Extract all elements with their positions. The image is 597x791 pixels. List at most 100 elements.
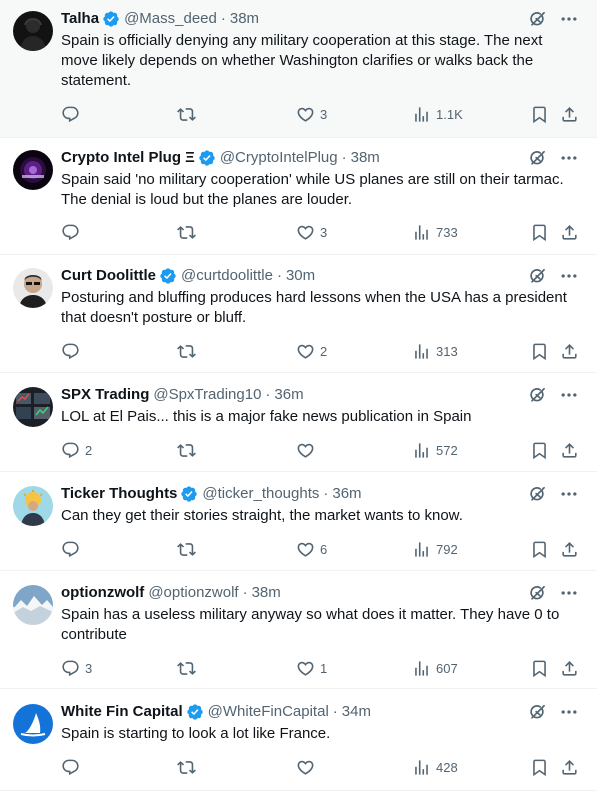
author-name[interactable]: White Fin Capital — [61, 702, 183, 722]
like-icon — [296, 342, 315, 361]
like-button[interactable]: 3 — [296, 222, 327, 242]
reply-button[interactable] — [61, 539, 85, 559]
bookmark-button[interactable] — [530, 539, 549, 559]
timestamp[interactable]: 38m — [230, 9, 259, 29]
author-name[interactable]: Crypto Intel Plug Ξ — [61, 148, 195, 168]
views-button[interactable]: 428 — [412, 757, 458, 777]
avatar[interactable] — [13, 585, 53, 625]
like-button[interactable]: 1 — [296, 658, 327, 678]
more-icon[interactable] — [559, 9, 579, 29]
bookmark-button[interactable] — [530, 440, 549, 460]
like-button[interactable]: 6 — [296, 539, 327, 559]
author-handle[interactable]: @optionzwolf — [148, 583, 238, 603]
avatar[interactable] — [13, 11, 53, 51]
author-name[interactable]: Talha — [61, 9, 99, 29]
grok-icon[interactable] — [527, 266, 547, 286]
reply-button[interactable] — [61, 341, 85, 361]
author-handle[interactable]: @ticker_thoughts — [202, 484, 319, 504]
grok-icon[interactable] — [527, 9, 547, 29]
more-icon[interactable] — [559, 266, 579, 286]
tweet[interactable]: Crypto Intel Plug Ξ @CryptoIntelPlug · 38m S… — [0, 138, 597, 255]
share-button[interactable] — [560, 440, 579, 460]
like-button[interactable] — [296, 440, 320, 460]
tweet[interactable]: Talha @Mass_deed · 38m Spain is officially d… — [0, 0, 597, 138]
timestamp[interactable]: 38m — [252, 583, 281, 603]
reply-button[interactable] — [61, 757, 85, 777]
reply-button[interactable] — [61, 222, 85, 242]
retweet-button[interactable] — [177, 539, 201, 559]
share-button[interactable] — [560, 757, 579, 777]
share-button[interactable] — [560, 104, 579, 124]
author-name[interactable]: SPX Trading — [61, 385, 149, 405]
author-name[interactable]: Curt Doolittle — [61, 266, 156, 286]
timestamp[interactable]: 36m — [332, 484, 361, 504]
avatar[interactable] — [13, 268, 53, 308]
retweet-button[interactable] — [177, 341, 201, 361]
retweet-button[interactable] — [177, 658, 201, 678]
avatar[interactable] — [13, 486, 53, 526]
views-button[interactable]: 572 — [412, 440, 458, 460]
author-handle[interactable]: @CryptoIntelPlug — [220, 148, 338, 168]
retweet-button[interactable] — [177, 440, 201, 460]
author-handle[interactable]: @SpxTrading10 — [153, 385, 261, 405]
timestamp[interactable]: 38m — [351, 148, 380, 168]
author-name[interactable]: Ticker Thoughts — [61, 484, 177, 504]
author-name[interactable]: optionzwolf — [61, 583, 144, 603]
bookmark-button[interactable] — [530, 757, 549, 777]
separator-dot: · — [341, 149, 347, 166]
tweet-top-actions — [527, 266, 579, 286]
bookmark-icon — [530, 758, 549, 777]
tweet[interactable]: Curt Doolittle @curtdoolittle · 30m Posturin… — [0, 255, 597, 373]
reply-icon — [61, 659, 80, 678]
like-button[interactable]: 3 — [296, 104, 327, 124]
views-button[interactable]: 313 — [412, 341, 458, 361]
more-icon[interactable] — [559, 385, 579, 405]
more-icon[interactable] — [559, 148, 579, 168]
tweet-top-actions — [527, 385, 579, 405]
views-button[interactable]: 792 — [412, 539, 458, 559]
tweet[interactable]: SPX Trading @SpxTrading10 · 36m LOL at El Pa… — [0, 373, 597, 472]
more-icon[interactable] — [559, 484, 579, 504]
like-button[interactable]: 2 — [296, 341, 327, 361]
timestamp[interactable]: 30m — [286, 266, 315, 286]
avatar[interactable] — [13, 704, 53, 744]
separator-dot: · — [332, 703, 338, 720]
grok-icon[interactable] — [527, 148, 547, 168]
views-button[interactable]: 607 — [412, 658, 458, 678]
tweet[interactable]: White Fin Capital @WhiteFinCapital · 34m Spa… — [0, 689, 597, 791]
tweet[interactable]: optionzwolf @optionzwolf · 38m Spain has a u… — [0, 571, 597, 689]
like-button[interactable] — [296, 757, 320, 777]
bookmark-button[interactable] — [530, 104, 549, 124]
reply-button[interactable] — [61, 104, 85, 124]
timestamp[interactable]: 36m — [274, 385, 303, 405]
share-button[interactable] — [560, 222, 579, 242]
reply-count: 3 — [85, 660, 93, 676]
grok-icon[interactable] — [527, 583, 547, 603]
author-handle[interactable]: @WhiteFinCapital — [208, 702, 329, 722]
share-button[interactable] — [560, 341, 579, 361]
reply-button[interactable]: 2 — [61, 440, 92, 460]
views-button[interactable]: 733 — [412, 222, 458, 242]
reply-button[interactable]: 3 — [61, 658, 92, 678]
more-icon[interactable] — [559, 583, 579, 603]
timestamp[interactable]: 34m — [342, 702, 371, 722]
author-handle[interactable]: @Mass_deed — [124, 9, 217, 29]
grok-icon[interactable] — [527, 702, 547, 722]
tweet-header: Talha @Mass_deed · 38m — [61, 9, 537, 29]
tweet[interactable]: Ticker Thoughts @ticker_thoughts · 36m Can t… — [0, 472, 597, 571]
retweet-button[interactable] — [177, 104, 201, 124]
share-button[interactable] — [560, 539, 579, 559]
bookmark-button[interactable] — [530, 222, 549, 242]
more-icon[interactable] — [559, 702, 579, 722]
bookmark-button[interactable] — [530, 658, 549, 678]
avatar[interactable] — [13, 387, 53, 427]
author-handle[interactable]: @curtdoolittle — [181, 266, 273, 286]
avatar[interactable] — [13, 150, 53, 190]
grok-icon[interactable] — [527, 385, 547, 405]
views-button[interactable]: 1.1K — [412, 104, 463, 124]
retweet-button[interactable] — [177, 222, 201, 242]
share-button[interactable] — [560, 658, 579, 678]
grok-icon[interactable] — [527, 484, 547, 504]
bookmark-button[interactable] — [530, 341, 549, 361]
retweet-button[interactable] — [177, 757, 201, 777]
